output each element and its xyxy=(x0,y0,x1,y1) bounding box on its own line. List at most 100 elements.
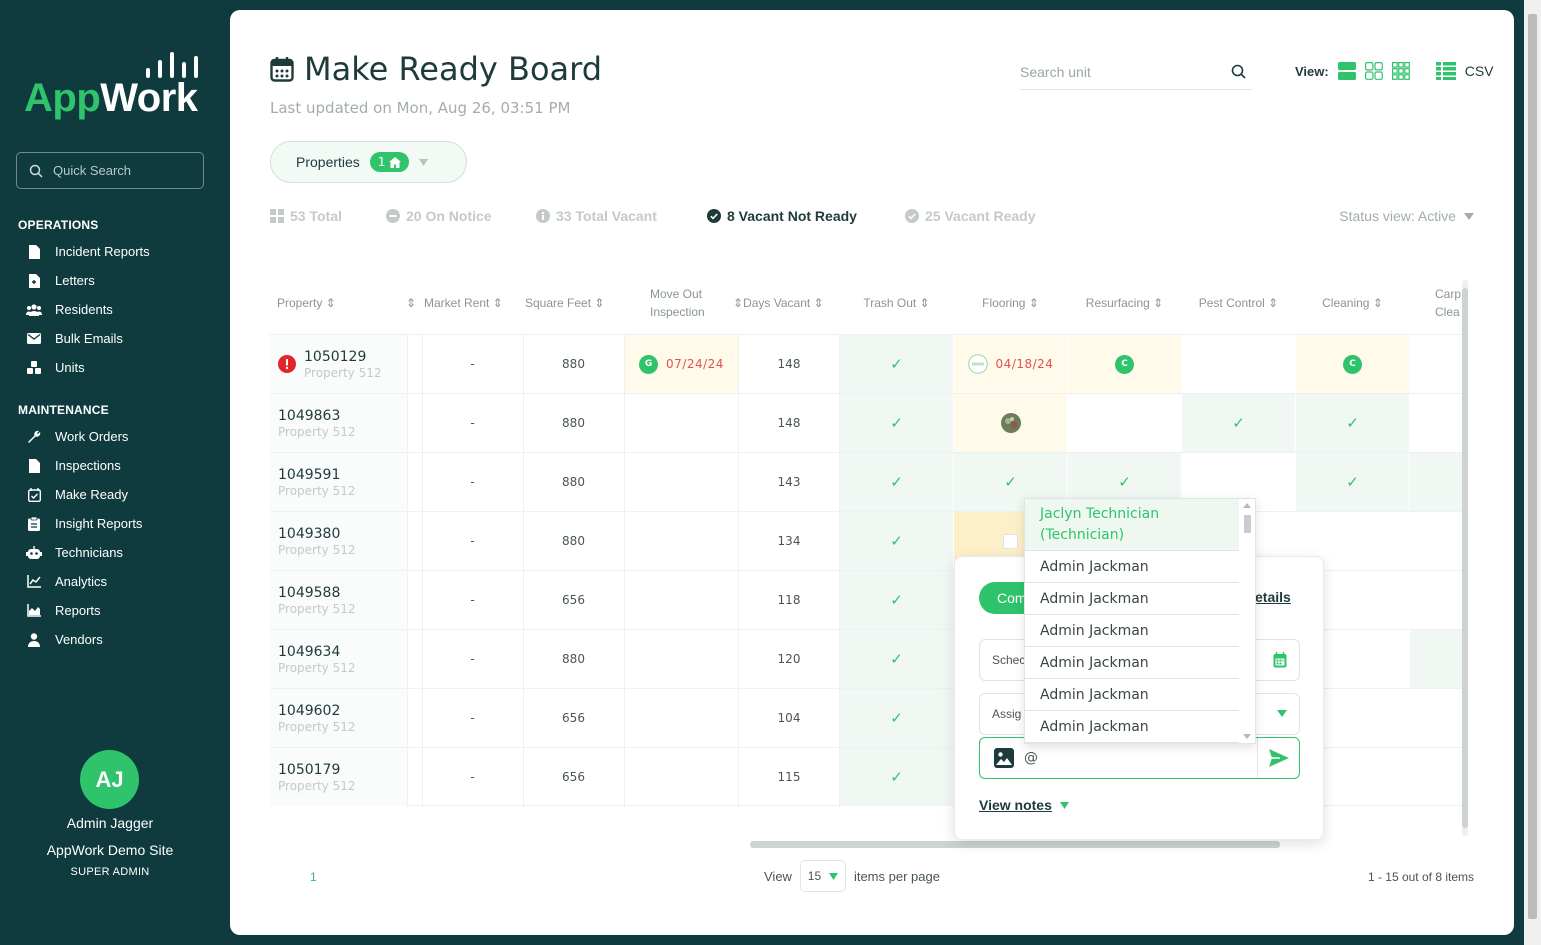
carpet-cleaning-cell[interactable]: ✓ xyxy=(1410,630,1464,688)
stat-total[interactable]: 53 Total xyxy=(270,208,342,224)
col-header-carpet-cleaning[interactable]: Carp Clea xyxy=(1435,272,1464,334)
table-row[interactable]: 1049591 Property 512 - 880 143 ✓ ✓ ✓ ✓ ✓ xyxy=(270,452,1464,511)
dropdown-option[interactable]: Admin Jackman xyxy=(1025,583,1239,615)
assignee-dropdown-list[interactable]: Jaclyn Technician (Technician) Admin Jac… xyxy=(1024,498,1256,744)
col-header-cleaning[interactable]: Cleaning ⇕ xyxy=(1296,272,1409,334)
sidebar-item-inspections[interactable]: Inspections xyxy=(26,451,216,480)
dropdown-option[interactable]: Admin Jackman xyxy=(1025,551,1239,583)
dropdown-option[interactable]: Admin Jackman xyxy=(1025,711,1239,743)
property-cell[interactable]: 1049591 Property 512 xyxy=(270,453,407,511)
col-header-trash-out[interactable]: Trash Out ⇕ xyxy=(840,272,953,334)
col-sort-handle[interactable]: ⇕ xyxy=(406,272,416,334)
appwork-logo[interactable]: AppWork xyxy=(24,50,204,120)
scroll-thumb[interactable] xyxy=(1244,515,1251,533)
sidebar-item-vendors[interactable]: Vendors xyxy=(26,625,216,654)
col-header-resurfacing[interactable]: Resurfacing ⇕ xyxy=(1068,272,1181,334)
table-vertical-scrollbar[interactable] xyxy=(1462,280,1468,836)
table-row[interactable]: 1050129 Property 512 - 880 G 07/24/24 14… xyxy=(270,334,1464,393)
cleaning-cell[interactable]: ✓ xyxy=(1296,394,1409,452)
trash-out-cell[interactable]: ✓ xyxy=(840,689,953,747)
sidebar-item-insight-reports[interactable]: Insight Reports xyxy=(26,509,216,538)
col-header-property[interactable]: Property ⇕ xyxy=(277,272,407,334)
trash-out-cell[interactable]: ✓ xyxy=(840,335,953,393)
dropdown-option[interactable]: Admin Jackman xyxy=(1025,647,1239,679)
dropdown-option[interactable]: Admin Jackman xyxy=(1025,679,1239,711)
move-out-cell[interactable] xyxy=(625,748,738,806)
view-notes-toggle[interactable]: View notes xyxy=(979,797,1069,813)
trash-out-cell[interactable]: ✓ xyxy=(840,394,953,452)
sidebar-item-residents[interactable]: Residents xyxy=(26,295,216,324)
page-scrollbar[interactable] xyxy=(1524,0,1541,945)
col-header-flooring[interactable]: Flooring ⇕ xyxy=(954,272,1067,334)
col-header-days-vacant[interactable]: ⇕ Days Vacant ⇕ xyxy=(733,272,843,334)
dropdown-option[interactable]: Admin Jackman xyxy=(1025,615,1239,647)
carpet-cleaning-cell[interactable] xyxy=(1410,335,1464,393)
sidebar-item-technicians[interactable]: Technicians xyxy=(26,538,216,567)
details-link[interactable]: etails xyxy=(1255,589,1291,605)
quick-search-input[interactable]: Quick Search xyxy=(16,152,204,189)
stat-on-notice[interactable]: 20 On Notice xyxy=(386,208,492,224)
user-avatar[interactable]: AJ xyxy=(80,750,139,809)
property-cell[interactable]: 1049380 Property 512 xyxy=(270,512,407,570)
calendar-icon[interactable] xyxy=(1273,652,1287,668)
sidebar-item-make-ready[interactable]: Make Ready xyxy=(26,480,216,509)
stat-total-vacant[interactable]: 33 Total Vacant xyxy=(536,208,657,224)
sidebar-item-analytics[interactable]: Analytics xyxy=(26,567,216,596)
col-header-square-feet[interactable]: Square Feet ⇕ xyxy=(525,272,625,334)
dropdown-option[interactable]: Jaclyn Technician (Technician) xyxy=(1025,499,1239,551)
table-horizontal-scrollbar[interactable] xyxy=(750,841,1280,848)
carpet-cleaning-cell[interactable] xyxy=(1410,394,1464,452)
scroll-up-icon[interactable] xyxy=(1243,503,1251,508)
pest-control-cell[interactable]: ✓ xyxy=(1182,394,1295,452)
search-icon[interactable] xyxy=(1231,64,1246,79)
property-cell[interactable]: 1049634 Property 512 xyxy=(270,630,407,688)
sidebar-item-incident-reports[interactable]: Incident Reports xyxy=(26,237,216,266)
property-cell[interactable]: 1049588 Property 512 xyxy=(270,571,407,629)
cleaning-cell[interactable]: C xyxy=(1296,335,1409,393)
list-view-icon[interactable] xyxy=(1337,62,1356,80)
move-out-cell[interactable] xyxy=(625,689,738,747)
search-unit-input[interactable]: Search unit xyxy=(1020,54,1252,90)
trash-out-cell[interactable]: ✓ xyxy=(840,453,953,511)
empty-checkbox[interactable] xyxy=(1003,533,1018,549)
trash-out-cell[interactable]: ✓ xyxy=(840,748,953,806)
carpet-cleaning-cell[interactable]: ✓ xyxy=(1410,453,1464,511)
sidebar-item-letters[interactable]: Letters xyxy=(26,266,216,295)
move-out-cell[interactable] xyxy=(625,571,738,629)
cleaning-cell[interactable]: ✓ xyxy=(1296,453,1409,511)
col-header-pest-control[interactable]: Pest Control ⇕ xyxy=(1182,272,1295,334)
dropdown-scrollbar[interactable] xyxy=(1242,503,1252,739)
property-cell[interactable]: 1049863 Property 512 xyxy=(270,394,407,452)
table-row[interactable]: 1049863 Property 512 - 880 148 ✓ ✓ ✓ xyxy=(270,393,1464,452)
resurfacing-cell[interactable]: C xyxy=(1068,335,1181,393)
scroll-thumb[interactable] xyxy=(1462,288,1468,828)
property-cell[interactable]: 1049602 Property 512 xyxy=(270,689,407,747)
compact-grid-icon[interactable] xyxy=(1391,62,1410,80)
stat-vacant-not-ready[interactable]: 8 Vacant Not Ready xyxy=(707,208,857,224)
move-out-cell[interactable] xyxy=(625,394,738,452)
col-header-market-rent[interactable]: Market Rent ⇕ xyxy=(424,272,524,334)
flooring-cell[interactable] xyxy=(954,394,1067,452)
property-cell[interactable]: 1050179 Property 512 xyxy=(270,748,407,806)
sidebar-item-bulk-emails[interactable]: Bulk Emails xyxy=(26,324,216,353)
trash-out-cell[interactable]: ✓ xyxy=(840,630,953,688)
csv-export-button[interactable]: CSV xyxy=(1465,63,1494,79)
send-button[interactable] xyxy=(1257,738,1299,778)
property-cell[interactable]: 1050129 Property 512 xyxy=(270,335,407,393)
flooring-cell[interactable]: 04/18/24 xyxy=(954,335,1067,393)
move-out-cell[interactable] xyxy=(625,630,738,688)
stat-vacant-ready[interactable]: 25 Vacant Ready xyxy=(905,208,1036,224)
pest-control-cell[interactable] xyxy=(1182,335,1295,393)
spreadsheet-icon[interactable] xyxy=(1435,62,1456,80)
move-out-cell[interactable] xyxy=(625,453,738,511)
move-out-cell[interactable]: G 07/24/24 xyxy=(625,335,738,393)
sidebar-item-work-orders[interactable]: Work Orders xyxy=(26,422,216,451)
status-view-dropdown[interactable]: Status view: Active xyxy=(1339,208,1474,224)
per-page-select[interactable]: 15 xyxy=(799,860,846,892)
grid-view-icon[interactable] xyxy=(1364,62,1383,80)
image-attach-icon[interactable] xyxy=(994,748,1014,768)
trash-out-cell[interactable]: ✓ xyxy=(840,512,953,570)
pagination-page-1[interactable]: 1 xyxy=(310,870,317,884)
move-out-cell[interactable] xyxy=(625,512,738,570)
sidebar-item-reports[interactable]: Reports xyxy=(26,596,216,625)
